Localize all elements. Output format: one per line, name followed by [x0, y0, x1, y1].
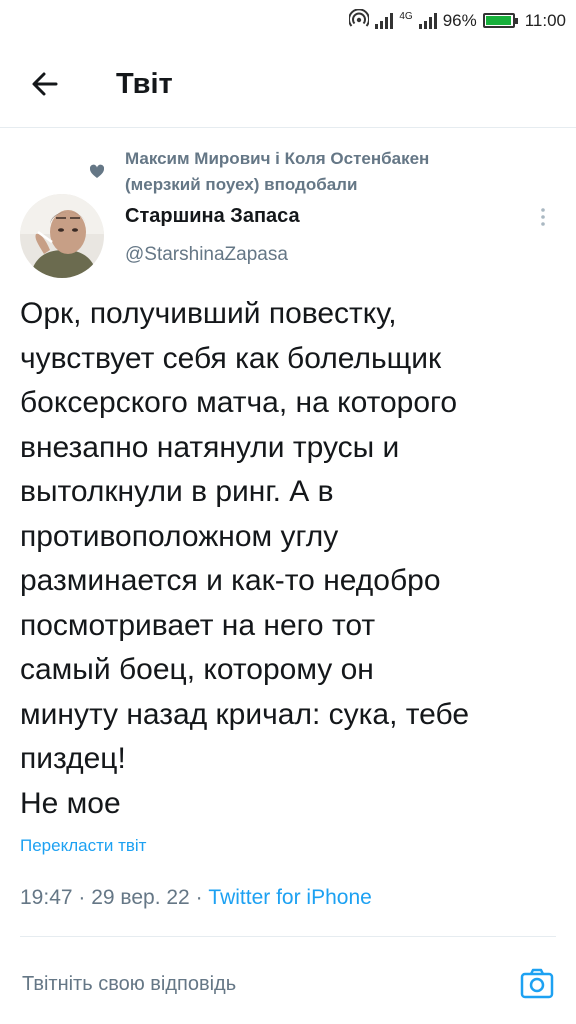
author-name[interactable]: Старшина Запаса [125, 205, 300, 228]
meta-separator: · [78, 886, 92, 909]
camera-button[interactable] [520, 967, 554, 999]
battery-percent: 96% [442, 10, 477, 30]
signal-icon [375, 12, 394, 29]
tweet-text: Орк, получивший повестку, чувствует себя… [20, 297, 470, 820]
heart-icon [89, 164, 105, 180]
battery-icon [482, 13, 518, 28]
wifi-hotspot-icon [348, 8, 371, 32]
meta-separator: · [195, 886, 209, 909]
back-arrow-icon [32, 72, 58, 96]
liked-by-text[interactable]: Максим Мирович і Коля Остенбакен (мерзки… [125, 146, 505, 198]
tweet-meta: 19:47 · 29 вер. 22 · Twitter for iPhone [20, 886, 372, 910]
status-bar-right: 4G 96% 11:00 [348, 8, 566, 32]
tweet-date: 29 вер. 22 [91, 886, 190, 909]
translate-tweet-link[interactable]: Перекласти твіт [20, 836, 146, 856]
network-type: 4G [399, 11, 413, 22]
tweet-source-link[interactable]: Twitter for iPhone [208, 886, 371, 909]
more-vertical-icon[interactable] [538, 206, 548, 228]
top-app-bar: Твіт [0, 38, 576, 128]
status-bar: 4G 96% 11:00 [0, 0, 576, 38]
battery-fill [485, 16, 511, 25]
reply-input[interactable] [22, 973, 482, 996]
author-handle[interactable]: @StarshinaZapasa [125, 244, 288, 266]
back-button[interactable] [26, 64, 66, 104]
avatar[interactable] [20, 194, 104, 278]
reply-bar [0, 937, 576, 1024]
camera-icon [520, 968, 554, 999]
tweet-time: 19:47 [20, 886, 73, 909]
signal-icon-2 [418, 12, 437, 29]
clock: 11:00 [524, 10, 566, 30]
page-title: Твіт [116, 68, 173, 100]
